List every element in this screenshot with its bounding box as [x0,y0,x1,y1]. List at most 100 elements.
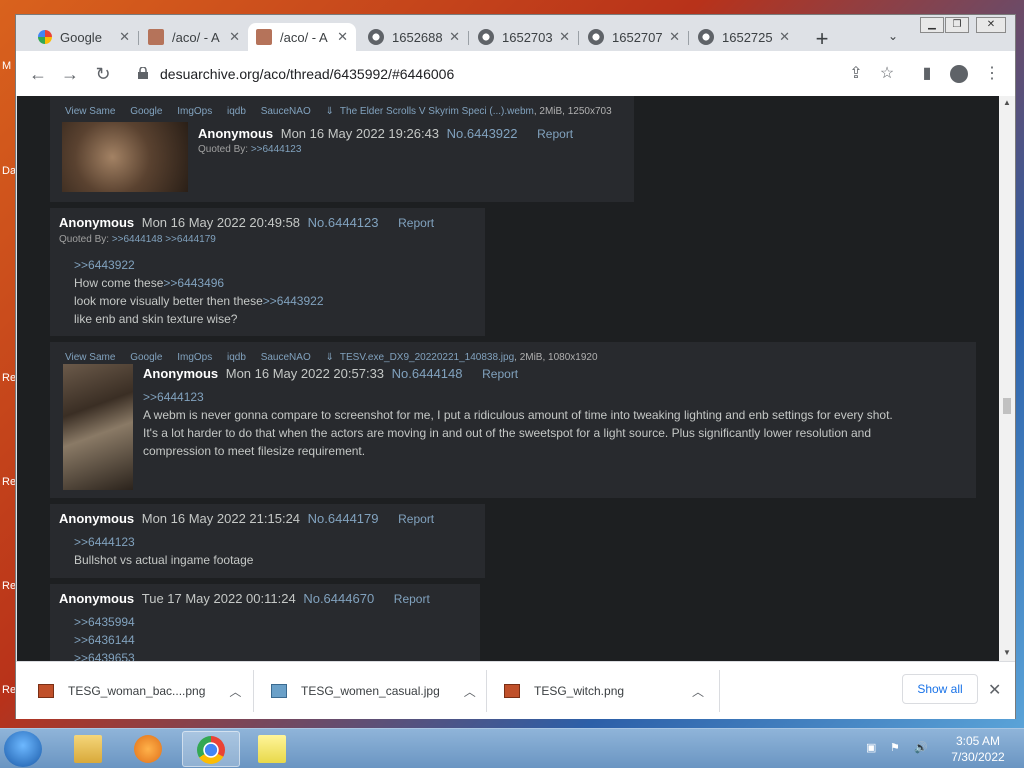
quote-link[interactable]: >>6443922 [263,294,324,308]
close-tab-icon[interactable]: ✕ [669,29,680,45]
post-header: Anonymous Mon 16 May 2022 20:49:58 No.64… [59,215,434,230]
report-link[interactable]: Report [398,512,434,526]
quote-link[interactable]: >>6443922 [74,258,135,272]
chevron-up-icon[interactable]: ︿ [464,683,476,700]
share-icon[interactable]: ⇪ [844,62,868,86]
report-link[interactable]: Report [394,592,430,606]
desktop-icon-label[interactable]: Re [2,372,16,384]
saucenao-link[interactable]: SauceNAO [261,106,311,117]
desktop-icon-label[interactable]: Re [2,580,16,592]
iqdb-link[interactable]: iqdb [227,352,246,363]
google-link[interactable]: Google [130,106,162,117]
close-tab-icon[interactable]: ✕ [779,29,790,45]
quote-link[interactable]: >>6444123 [251,144,302,155]
download-item[interactable]: TESG_woman_bac....png ︿ [38,662,241,720]
close-tab-icon[interactable]: ✕ [119,29,130,45]
close-tab-icon[interactable]: ✕ [229,29,240,45]
tab-1652688[interactable]: 1652688 ✕ [360,23,468,51]
post-number-link[interactable]: No.6444179 [308,511,379,526]
scroll-up-arrow-icon[interactable]: ▲ [1002,98,1012,107]
post-number-link[interactable]: No.6443922 [447,126,518,141]
tab-aco-2-active[interactable]: /aco/ - A ✕ [248,23,356,51]
quote-link[interactable]: >>6436144 [74,633,135,647]
post-number-link[interactable]: No.6444123 [308,215,379,230]
network-icon[interactable]: ▣ [866,741,880,755]
quote-link[interactable]: >>6444148 >>6444179 [112,234,216,245]
desktop-icon-label[interactable]: Da [2,165,16,177]
post-body-line: >>6436144 [74,633,135,647]
report-link[interactable]: Report [537,127,573,141]
quote-link[interactable]: >>6444123 [74,535,135,549]
show-all-downloads-button[interactable]: Show all [902,674,978,704]
imgops-link[interactable]: ImgOps [177,106,212,117]
chevron-up-icon[interactable]: ︿ [692,683,704,700]
taskbar-media-player[interactable] [120,731,178,767]
side-panel-icon[interactable]: ▮ [915,62,939,86]
maximize-button[interactable]: ❐ [945,17,969,33]
report-link[interactable]: Report [398,216,434,230]
download-item[interactable]: TESG_women_casual.jpg ︿ [271,662,476,720]
close-download-bar-icon[interactable]: ✕ [988,680,1001,700]
close-tab-icon[interactable]: ✕ [449,29,460,45]
quote-link[interactable]: >>6435994 [74,615,135,629]
menu-kebab-icon[interactable]: ⋮ [980,62,1004,86]
quote-link[interactable]: >>6444123 [143,390,204,404]
post-thumbnail[interactable] [63,364,133,490]
action-center-icon[interactable]: ⚑ [890,741,904,755]
start-button[interactable] [4,731,42,767]
address-bar[interactable]: desuarchive.org/aco/thread/6435992/#6446… [126,58,946,90]
minimize-button[interactable]: ▁ [920,17,944,33]
view-same-link[interactable]: View Same [65,352,115,363]
download-divider [486,670,487,712]
close-tab-icon[interactable]: ✕ [337,29,348,45]
post-date: Mon 16 May 2022 19:26:43 [280,126,440,141]
tab-1652707[interactable]: 1652707 ✕ [580,23,688,51]
iqdb-link[interactable]: iqdb [227,106,246,117]
close-tab-icon[interactable]: ✕ [559,29,570,45]
report-link[interactable]: Report [482,367,518,381]
system-clock[interactable]: 3:05 AM 7/30/2022 [940,733,1016,765]
tab-1652703[interactable]: 1652703 ✕ [470,23,578,51]
tab-aco-1[interactable]: /aco/ - A ✕ [140,23,248,51]
post-header: Anonymous Tue 17 May 2022 00:11:24 No.64… [59,591,430,606]
desktop-icon-label[interactable]: Re [2,476,16,488]
post-header: Anonymous Mon 16 May 2022 19:26:43 No.64… [198,126,573,141]
chevron-up-icon[interactable]: ︿ [229,683,241,700]
new-tab-button[interactable]: + [810,27,834,51]
scroll-down-arrow-icon[interactable]: ▼ [1002,648,1012,657]
post-number-link[interactable]: No.6444148 [392,366,463,381]
tab-search-chevron-icon[interactable]: ⌄ [888,29,898,43]
quote-link[interactable]: >>6439653 [74,651,135,661]
desktop-icon-label[interactable]: M [2,60,11,72]
taskbar-explorer[interactable] [60,731,118,767]
taskbar-sticky-notes[interactable] [244,731,302,767]
bookmark-star-icon[interactable]: ☆ [875,62,899,86]
page-scrollbar[interactable]: ▲ ▼ [999,96,1015,661]
volume-icon[interactable]: 🔊 [914,741,928,755]
back-arrow-icon[interactable]: ← [26,62,50,86]
download-item[interactable]: TESG_witch.png ︿ [504,662,704,720]
taskbar-chrome[interactable] [182,731,240,767]
download-icon[interactable]: ⇓ [326,352,334,363]
tab-google[interactable]: Google ✕ [30,23,138,51]
post-thumbnail[interactable] [62,122,188,192]
scrollbar-thumb[interactable] [1003,398,1011,414]
forward-arrow-icon[interactable]: → [58,62,82,86]
quote-link[interactable]: >>6443496 [163,276,224,290]
file-name-link[interactable]: TESV.exe_DX9_20220221_140838.jpg [340,352,514,363]
saucenao-link[interactable]: SauceNAO [261,352,311,363]
post-number-link[interactable]: No.6444670 [303,591,374,606]
globe-icon [478,29,494,45]
quoted-by: Quoted By: >>6444148 >>6444179 [59,234,216,245]
download-bar: TESG_woman_bac....png ︿ TESG_women_casua… [16,661,1015,719]
view-same-link[interactable]: View Same [65,106,115,117]
imgops-link[interactable]: ImgOps [177,352,212,363]
profile-avatar-icon[interactable] [947,62,971,86]
download-icon[interactable]: ⇓ [326,106,334,117]
tab-1652725[interactable]: 1652725 ✕ [690,23,798,51]
file-name-link[interactable]: The Elder Scrolls V Skyrim Speci (...).w… [340,106,534,117]
reload-icon[interactable]: ↻ [91,62,115,86]
desktop-icon-label[interactable]: Re [2,684,16,696]
close-window-button[interactable]: ✕ [976,17,1006,33]
google-link[interactable]: Google [130,352,162,363]
